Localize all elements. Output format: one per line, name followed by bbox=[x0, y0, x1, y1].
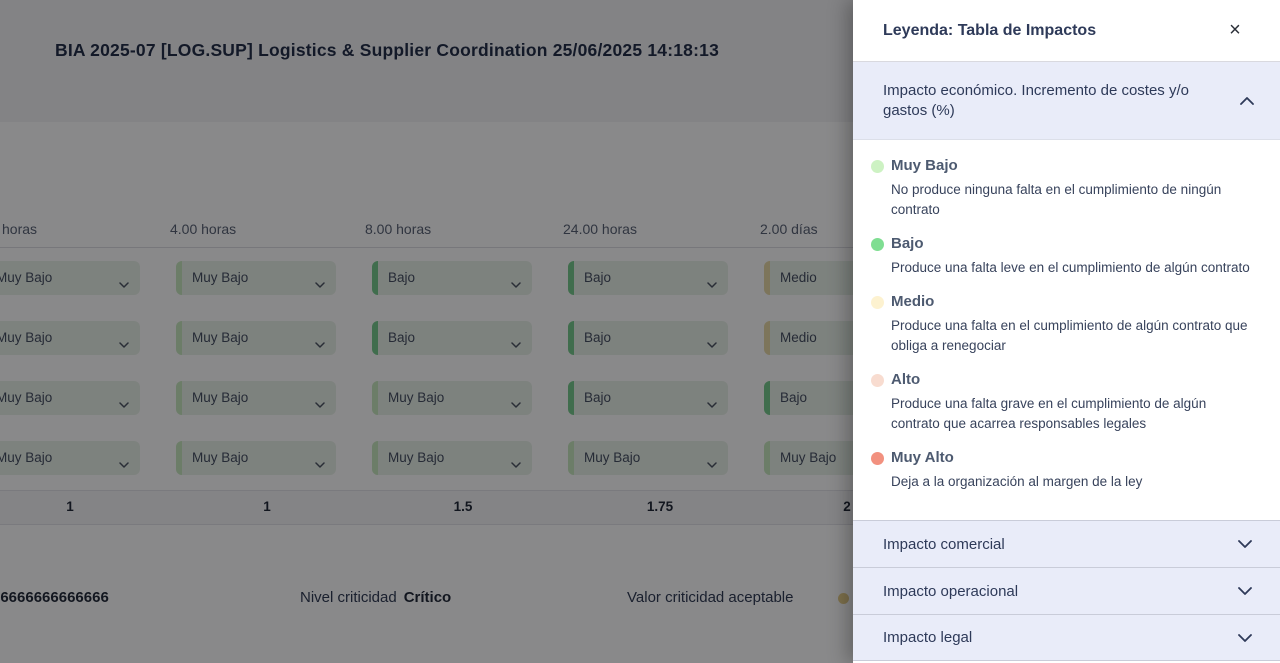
accordion-label: Impacto operacional bbox=[883, 583, 1238, 600]
chevron-down-icon bbox=[1238, 540, 1252, 548]
legend-item-label: Bajo bbox=[891, 234, 1256, 254]
legend-color-dot bbox=[871, 296, 884, 309]
chevron-down-icon bbox=[1238, 634, 1252, 642]
legend-item-description: No produce ninguna falta en el cumplimie… bbox=[891, 180, 1256, 220]
legend-item-description: Produce una falta leve en el cumplimient… bbox=[891, 258, 1256, 278]
accordion-impacto-legal[interactable]: Impacto legal bbox=[853, 614, 1280, 661]
legend-color-dot bbox=[871, 374, 884, 387]
legend-item-description: Deja a la organización al margen de la l… bbox=[891, 472, 1256, 492]
accordion-impacto-operacional[interactable]: Impacto operacional bbox=[853, 567, 1280, 614]
accordion-economic-impact[interactable]: Impacto económico. Incremento de costes … bbox=[853, 62, 1280, 140]
chevron-up-icon bbox=[1240, 97, 1254, 105]
legend-items-list: Muy Bajo No produce ninguna falta en el … bbox=[853, 140, 1280, 520]
accordion-label: Impacto económico. Incremento de costes … bbox=[883, 81, 1240, 121]
legend-item: Bajo Produce una falta leve en el cumpli… bbox=[853, 234, 1256, 278]
legend-item: Alto Produce una falta grave en el cumpl… bbox=[853, 370, 1256, 434]
legend-item-description: Produce una falta grave en el cumplimien… bbox=[891, 394, 1256, 434]
legend-item: Medio Produce una falta en el cumplimien… bbox=[853, 292, 1256, 356]
legend-color-dot bbox=[871, 238, 884, 251]
legend-panel: Leyenda: Tabla de Impactos × Impacto eco… bbox=[853, 0, 1280, 663]
legend-item: Muy Alto Deja a la organización al marge… bbox=[853, 448, 1256, 492]
legend-item-label: Medio bbox=[891, 292, 1256, 312]
accordion-label: Impacto legal bbox=[883, 629, 1238, 646]
legend-panel-header: Leyenda: Tabla de Impactos × bbox=[853, 0, 1280, 62]
legend-color-dot bbox=[871, 452, 884, 465]
close-icon[interactable]: × bbox=[1222, 18, 1248, 44]
legend-item-label: Muy Alto bbox=[891, 448, 1256, 468]
legend-item-description: Produce una falta en el cumplimiento de … bbox=[891, 316, 1256, 356]
legend-item: Muy Bajo No produce ninguna falta en el … bbox=[853, 156, 1256, 220]
legend-color-dot bbox=[871, 160, 884, 173]
legend-item-label: Alto bbox=[891, 370, 1256, 390]
chevron-down-icon bbox=[1238, 587, 1252, 595]
legend-item-label: Muy Bajo bbox=[891, 156, 1256, 176]
accordion-label: Impacto comercial bbox=[883, 536, 1238, 553]
accordion-impacto-comercial[interactable]: Impacto comercial bbox=[853, 520, 1280, 567]
legend-panel-title: Leyenda: Tabla de Impactos bbox=[883, 22, 1222, 40]
